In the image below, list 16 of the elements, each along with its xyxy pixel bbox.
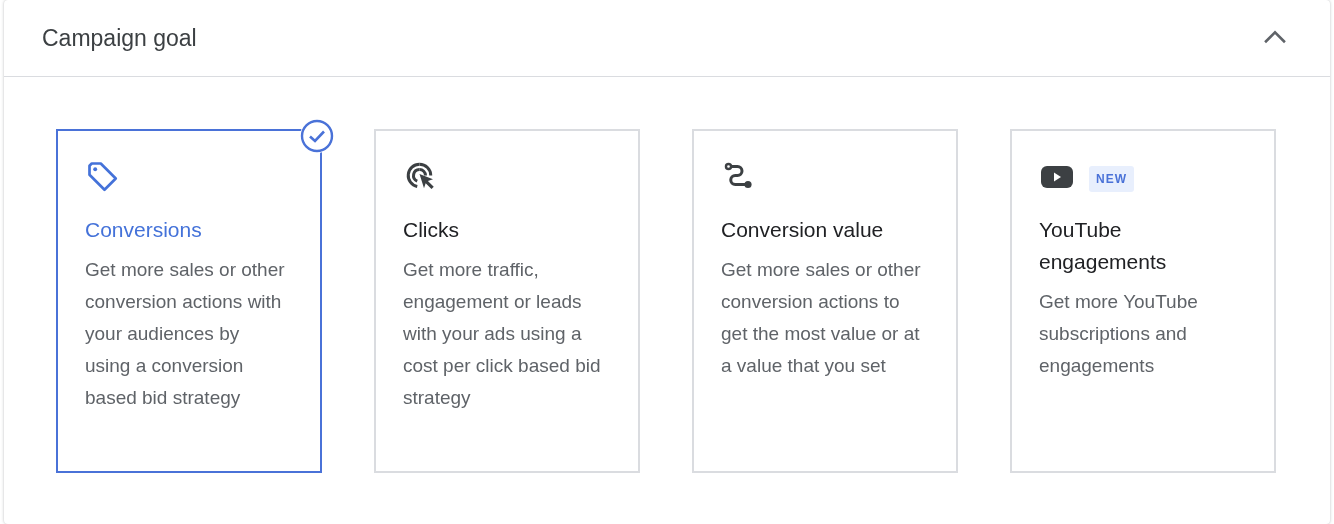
- goal-title: Conversion value: [721, 217, 885, 243]
- panel-title: Campaign goal: [42, 24, 197, 52]
- goal-card[interactable]: Clicks Get more traffic, engagement or leads with your ads using a cost per click based bid strategy: [374, 129, 640, 473]
- goal-description: Get more sales or other conversion actions with your audiences by using a conversion based bid strategy: [85, 258, 286, 410]
- goal-card[interactable]: Conversions Get more sales or other conversion actions with your audiences by using a conversion based bid strategy: [56, 129, 322, 473]
- goal-card[interactable]: NEW YouTube engagements Get more YouTube subscriptions and engagements: [1010, 129, 1276, 473]
- goal-title: YouTube engagements: [1039, 217, 1168, 275]
- check-circle-icon: [300, 119, 334, 153]
- goal-title: Clicks: [403, 217, 460, 243]
- goal-description: Get more YouTube subscriptions and engagements: [1039, 290, 1199, 378]
- new-badge: NEW: [1089, 166, 1134, 192]
- goal-card[interactable]: Conversion value Get more sales or other conversion actions to get the most value or at a value that you set: [692, 129, 958, 473]
- goal-description: Get more traffic, engagement or leads with your ads using a cost per click based bid strategy: [403, 258, 602, 410]
- goal-description: Get more sales or other conversion actions to get the most value or at a value that you set: [721, 258, 922, 378]
- goal-title: Conversions: [85, 217, 203, 243]
- play-video-icon: [1039, 164, 1075, 190]
